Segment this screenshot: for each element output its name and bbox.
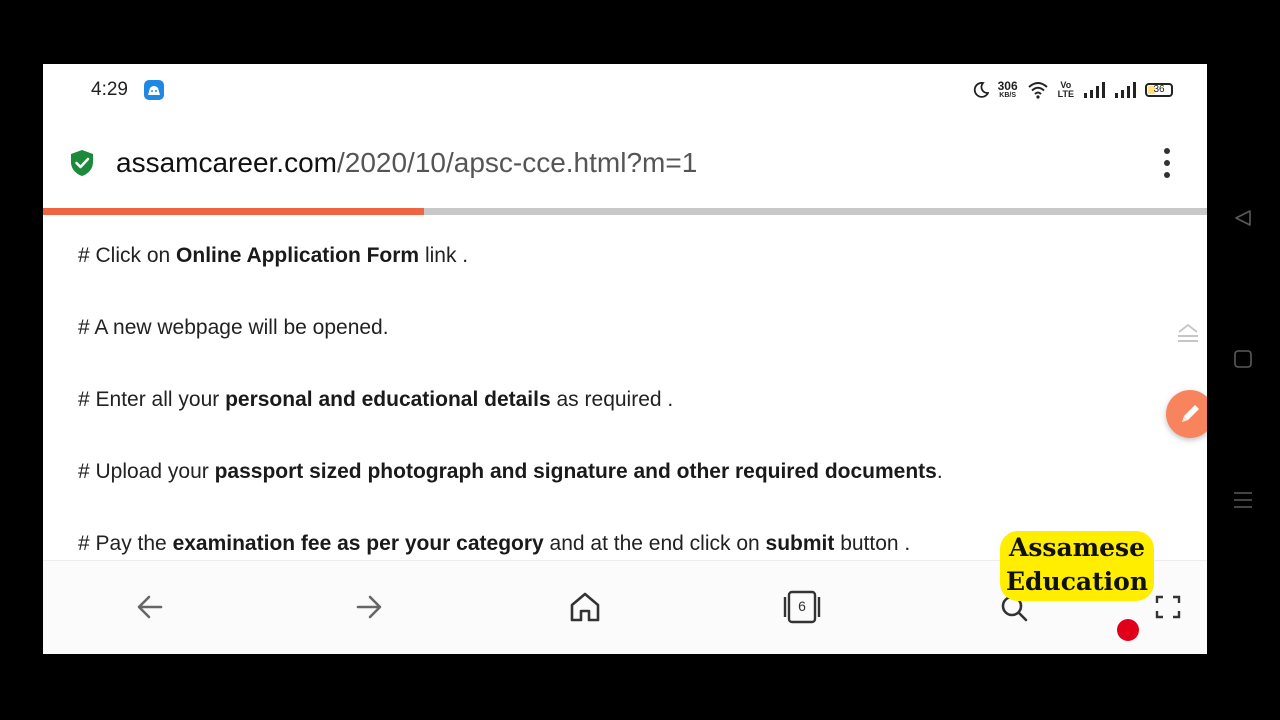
text-segment: button . xyxy=(834,532,911,555)
recording-indicator xyxy=(1117,619,1139,641)
instruction-line: # A new webpage will be opened. xyxy=(78,316,389,340)
bold-text: Online Application Form xyxy=(176,244,420,267)
text-segment: # Enter all your xyxy=(78,388,226,411)
scroll-to-top-icon[interactable] xyxy=(1176,323,1200,345)
status-time: 4:29 xyxy=(91,79,128,100)
system-home-icon[interactable] xyxy=(1233,349,1253,369)
text-segment: # Upload your xyxy=(78,460,215,483)
fullscreen-icon[interactable] xyxy=(1148,589,1188,625)
text-segment: as required . xyxy=(550,388,674,411)
page-load-progress-fill xyxy=(43,208,424,215)
text-segment: and at the end click on xyxy=(543,532,766,555)
page-content[interactable]: # Click on Online Application Form link … xyxy=(43,215,1207,560)
more-vert-icon[interactable] xyxy=(1157,146,1177,180)
assamese-education-watermark: Assamese Education xyxy=(1000,531,1154,601)
bold-text: passport sized photograph and signature … xyxy=(214,460,937,483)
system-recents-icon[interactable] xyxy=(1233,490,1253,510)
tabs-count: 6 xyxy=(798,598,806,614)
tabs-icon[interactable]: 6 xyxy=(782,589,822,625)
instruction-line: # Click on Online Application Form link … xyxy=(78,244,468,268)
signal-strength-icon-sim2 xyxy=(1115,82,1136,98)
status-bar: 4:29 306 KB/S Vo LTE 36 xyxy=(43,64,1207,116)
bold-text: examination fee as per your category xyxy=(172,532,544,555)
notification-app-icon xyxy=(144,80,164,100)
text-segment: . xyxy=(936,460,943,483)
signal-strength-icon-sim1 xyxy=(1084,82,1105,98)
text-segment: # Click on xyxy=(78,244,177,267)
bold-text: submit xyxy=(765,532,835,555)
url-path: /2020/10/apsc-cce.html?m=1 xyxy=(336,147,698,178)
network-speed-unit: KB/S xyxy=(999,92,1016,99)
url-text[interactable]: assamcareer.com/2020/10/apsc-cce.html?m=… xyxy=(116,147,697,179)
instruction-line: # Enter all your personal and educationa… xyxy=(78,388,673,412)
bold-text: personal and educational details xyxy=(225,388,551,411)
instruction-line: # Upload your passport sized photograph … xyxy=(78,460,943,484)
edit-pencil-fab[interactable] xyxy=(1166,390,1207,438)
wifi-icon xyxy=(1027,82,1048,99)
phone-screen: 4:29 306 KB/S Vo LTE 36 assamcareer.com/… xyxy=(43,64,1207,654)
watermark-line-1: Assamese xyxy=(1008,533,1146,562)
text-segment: # Pay the xyxy=(78,532,173,555)
volte-indicator: Vo LTE xyxy=(1058,81,1074,99)
volte-bottom: LTE xyxy=(1057,89,1074,99)
network-speed: 306 KB/S xyxy=(998,80,1018,100)
text-segment: # A new webpage will be opened. xyxy=(78,316,389,339)
system-back-icon[interactable] xyxy=(1233,208,1253,228)
shield-check-icon[interactable] xyxy=(69,149,95,177)
network-speed-value: 306 xyxy=(997,79,1018,93)
text-segment: link . xyxy=(419,244,469,267)
browser-url-bar[interactable]: assamcareer.com/2020/10/apsc-cce.html?m=… xyxy=(43,116,1207,208)
do-not-disturb-moon-icon xyxy=(973,82,989,98)
back-arrow-icon[interactable] xyxy=(131,589,171,625)
status-icons: 306 KB/S Vo LTE 36 xyxy=(973,78,1173,102)
instruction-line: # Pay the examination fee as per your ca… xyxy=(78,532,910,556)
url-domain: assamcareer.com xyxy=(116,147,337,178)
page-load-progress xyxy=(43,208,1207,215)
battery-icon: 36 xyxy=(1145,83,1173,97)
watermark-line-2: Education xyxy=(1005,567,1149,596)
home-icon[interactable] xyxy=(565,589,605,625)
forward-arrow-icon[interactable] xyxy=(348,589,388,625)
pencil-icon xyxy=(1182,405,1199,422)
battery-level: 36 xyxy=(1153,84,1165,95)
